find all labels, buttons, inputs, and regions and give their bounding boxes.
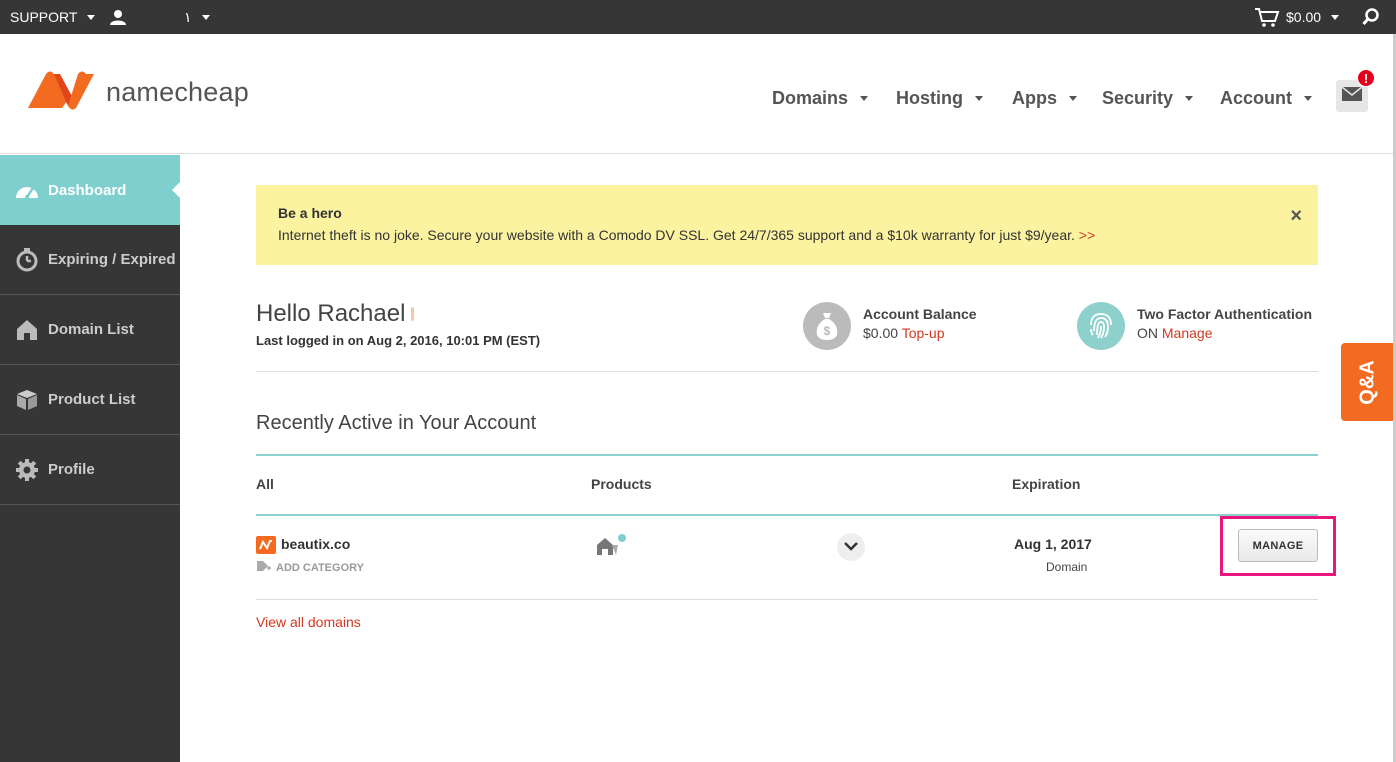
cart-amount: $0.00	[1286, 9, 1322, 25]
last-login: Last logged in on Aug 2, 2016, 10:01 PM …	[256, 333, 541, 348]
sidebar-item-label: Product List	[48, 391, 136, 408]
nav-domains[interactable]: Domains	[772, 86, 869, 110]
nav-account[interactable]: Account	[1220, 86, 1312, 110]
hosting-product-icon	[596, 533, 628, 564]
nav-apps[interactable]: Apps	[1012, 86, 1077, 110]
nav-hosting[interactable]: Hosting	[896, 86, 983, 110]
sidebar-item-dashboard[interactable]: Dashboard	[0, 155, 181, 225]
chevron-down-icon	[860, 95, 869, 101]
top-up-link[interactable]: Top-up	[902, 325, 945, 341]
domain-name[interactable]: beautix.co	[281, 536, 350, 552]
logo-text: namecheap	[106, 77, 249, 107]
cart-icon	[1254, 7, 1280, 27]
namecheap-logo-icon	[26, 70, 96, 115]
chevron-down-icon	[975, 95, 983, 101]
banner-text-line: Internet theft is no joke. Secure your w…	[278, 227, 1296, 243]
search-button[interactable]	[1362, 0, 1380, 34]
envelope-icon	[1341, 85, 1363, 106]
qa-tab[interactable]: Q&A	[1341, 343, 1396, 421]
section-title: Recently Active in Your Account	[256, 412, 537, 434]
column-header-products: Products	[591, 476, 652, 492]
user-menu[interactable]: ١	[110, 0, 210, 34]
nav-security-label: Security	[1102, 87, 1174, 108]
account-balance: $ Account Balance $0.00 Top-up	[803, 302, 977, 350]
promo-banner: Be a hero Internet theft is no joke. Sec…	[256, 185, 1318, 265]
chevron-down-icon	[1185, 95, 1194, 101]
balance-line: $0.00 Top-up	[863, 325, 977, 341]
greeting-text: Hello Rachael	[256, 300, 406, 327]
two-factor-auth: Two Factor Authentication ON Manage	[1077, 302, 1312, 350]
gear-icon	[14, 457, 40, 483]
sidebar-item-domain-list[interactable]: Domain List	[0, 295, 180, 365]
view-all-domains-link[interactable]: View all domains	[256, 614, 361, 630]
chevron-down-icon	[1069, 95, 1077, 101]
nav-domains-label: Domains	[772, 87, 849, 108]
sidebar-item-label: Expiring / Expired	[48, 251, 176, 268]
balance-amount: $0.00	[863, 325, 899, 341]
column-header-expiration: Expiration	[1012, 476, 1081, 492]
logo[interactable]: namecheap	[26, 70, 249, 115]
expiration-date: Aug 1, 2017	[1014, 536, 1092, 552]
user-icon	[110, 9, 126, 25]
tag-plus-icon	[256, 560, 272, 575]
sidebar-item-product-list[interactable]: Product List	[0, 365, 180, 435]
cart-menu[interactable]: $0.00	[1254, 0, 1340, 34]
manage-button[interactable]: MANAGE	[1238, 529, 1318, 562]
sidebar-item-label: Profile	[48, 461, 95, 478]
divider	[256, 514, 1318, 516]
add-category-button[interactable]: ADD CATEGORY	[256, 560, 364, 575]
svg-text:$: $	[824, 324, 831, 338]
expand-row-button[interactable]	[837, 533, 865, 561]
divider	[256, 371, 1318, 372]
namecheap-domain-icon	[256, 536, 276, 554]
banner-link[interactable]: >>	[1079, 227, 1095, 243]
close-icon[interactable]: ×	[1290, 205, 1302, 228]
nav-account-label: Account	[1220, 87, 1292, 108]
qa-label: Q&A	[1356, 359, 1379, 405]
chevron-down-icon	[844, 538, 858, 556]
money-bag-icon: $	[803, 302, 851, 350]
chevron-down-icon	[201, 14, 210, 20]
add-category-label: ADD CATEGORY	[276, 561, 364, 574]
fingerprint-icon	[1077, 302, 1125, 350]
stopwatch-icon	[14, 247, 40, 273]
nav-apps-label: Apps	[1012, 87, 1057, 108]
box-icon	[14, 387, 40, 413]
banner-text: Internet theft is no joke. Secure your w…	[278, 227, 1075, 243]
greeting: Hello Rachael	[256, 300, 415, 328]
notification-badge: !	[1357, 69, 1375, 87]
sidebar-item-expiring[interactable]: Expiring / Expired	[0, 225, 180, 295]
expiration-type: Domain	[1046, 560, 1088, 574]
sidebar-item-label: Domain List	[48, 321, 134, 338]
decorative-mark	[411, 307, 415, 321]
sidebar: Dashboard Expiring / Expired Domain List…	[0, 155, 181, 762]
top-bar: SUPPORT ١ $0.00	[0, 0, 1396, 34]
two-factor-title: Two Factor Authentication	[1137, 306, 1312, 322]
sidebar-item-profile[interactable]: Profile	[0, 435, 180, 505]
user-label: ١	[184, 8, 192, 25]
chevron-down-icon	[1331, 14, 1340, 20]
balance-title: Account Balance	[863, 306, 977, 322]
house-icon	[14, 317, 40, 343]
nav-security[interactable]: Security	[1102, 86, 1194, 110]
search-icon	[1362, 8, 1380, 26]
two-factor-status: ON	[1137, 325, 1158, 341]
nav-hosting-label: Hosting	[896, 87, 963, 108]
sidebar-item-label: Dashboard	[48, 181, 127, 199]
banner-title: Be a hero	[278, 205, 342, 221]
support-menu[interactable]: SUPPORT	[10, 0, 96, 34]
divider	[256, 599, 1318, 600]
speedometer-icon	[14, 177, 40, 203]
column-header-all[interactable]: All	[256, 476, 274, 492]
site-header: namecheap Domains Hosting Apps Security …	[0, 34, 1396, 154]
support-label: SUPPORT	[10, 9, 78, 25]
divider	[256, 454, 1318, 456]
chevron-down-icon	[1304, 95, 1312, 101]
manage-2fa-link[interactable]: Manage	[1162, 325, 1213, 341]
two-factor-line: ON Manage	[1137, 325, 1312, 341]
chevron-down-icon	[87, 14, 96, 20]
